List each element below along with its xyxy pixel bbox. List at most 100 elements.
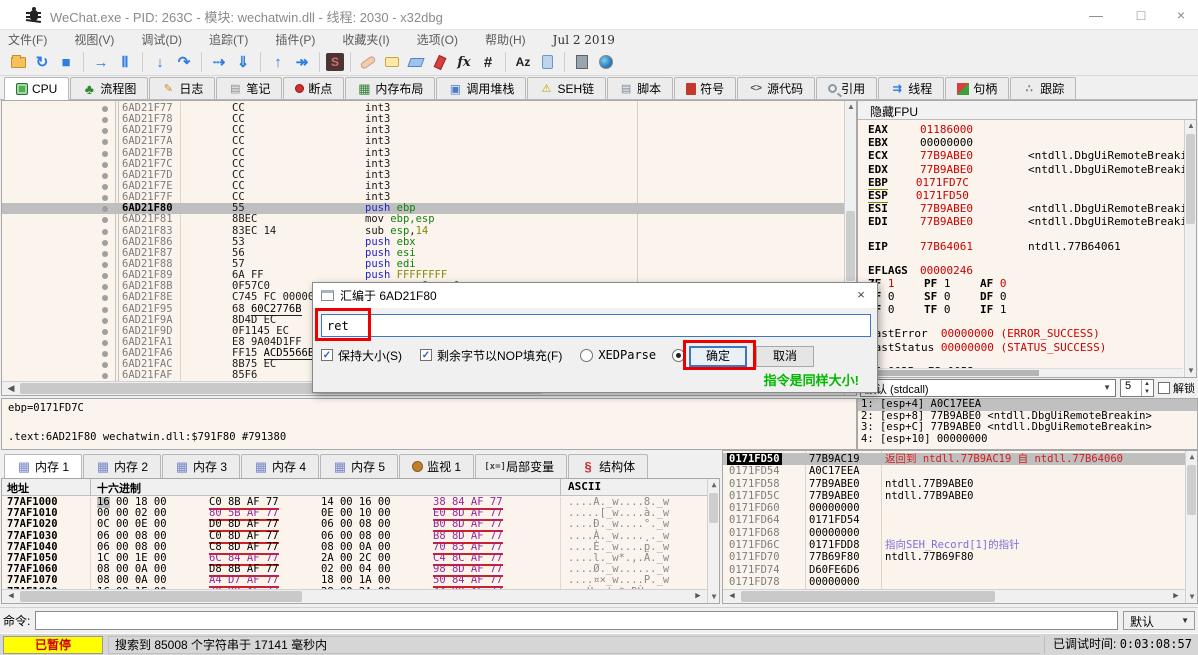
register-row[interactable]: EFLAGS00000246 bbox=[868, 264, 1183, 277]
comments-icon[interactable] bbox=[381, 51, 403, 73]
step-out-icon[interactable]: ↑ bbox=[267, 51, 289, 73]
call-stack-window-icon[interactable] bbox=[536, 51, 558, 73]
step-over-icon[interactable]: ↷ bbox=[173, 51, 195, 73]
checkbox-checked-icon[interactable]: ✓ bbox=[321, 349, 333, 361]
stack-row[interactable]: 0171FD6800000000 bbox=[723, 527, 1185, 539]
breakpoint-dot-icon[interactable] bbox=[102, 273, 108, 279]
menu-item-8[interactable]: 帮助(H) bbox=[485, 31, 526, 48]
stack-row[interactable]: 0171FD6000000000 bbox=[723, 502, 1185, 514]
register-row[interactable]: EDI77B9ABE0<ntdll.DbgUiRemoteBreakin> bbox=[868, 215, 1183, 228]
register-row[interactable]: EBX00000000 bbox=[868, 136, 1183, 149]
execute-till-return-icon[interactable]: ⇓ bbox=[232, 51, 254, 73]
command-script-select[interactable]: 默认▼ bbox=[1123, 611, 1195, 630]
tab-log[interactable]: ✎日志 bbox=[149, 77, 215, 99]
keep-size-checkbox[interactable]: ✓保持大小(S) bbox=[321, 347, 402, 364]
scroll-down-icon[interactable]: ▼ bbox=[1186, 591, 1198, 603]
tab-memory-map[interactable]: ▦内存布局 bbox=[345, 77, 435, 99]
dump-vertical-scrollbar[interactable]: ▲ ▼ bbox=[707, 479, 719, 603]
stop-icon[interactable]: ■ bbox=[55, 51, 77, 73]
breakpoint-dot-icon[interactable] bbox=[102, 217, 108, 223]
tab-memory-4[interactable]: ▦内存 4 bbox=[241, 454, 319, 478]
registers-vertical-scrollbar[interactable]: ▲ ▼ bbox=[1184, 120, 1196, 377]
scroll-up-icon[interactable]: ▲ bbox=[845, 101, 857, 113]
tab-call-stack[interactable]: ▣调用堆栈 bbox=[436, 77, 526, 99]
stack-panel[interactable]: 0171FD5077B9AC19返回到 ntdll.77B9AC19 自 ntd… bbox=[722, 450, 1198, 604]
tab-handles[interactable]: 句柄 bbox=[945, 77, 1009, 99]
breakpoint-dot-icon[interactable] bbox=[102, 139, 108, 145]
menu-item-2[interactable]: 视图(V) bbox=[74, 31, 114, 48]
register-row[interactable]: ECX77B9ABE0<ntdll.DbgUiRemoteBreakin> bbox=[868, 149, 1183, 162]
breakpoint-dot-icon[interactable] bbox=[102, 240, 108, 246]
tab-memory-2[interactable]: ▦内存 2 bbox=[83, 454, 161, 478]
pause-icon[interactable]: Ⅱ bbox=[114, 51, 136, 73]
breakpoint-dot-icon[interactable] bbox=[102, 162, 108, 168]
argument-row[interactable]: 4: [esp+10] 00000000 bbox=[858, 434, 1197, 446]
menu-item-4[interactable]: 追踪(T) bbox=[209, 31, 248, 48]
tab-notes[interactable]: ▤笔记 bbox=[216, 77, 282, 99]
tab-breakpoint[interactable]: 断点 bbox=[283, 77, 344, 99]
breakpoint-dot-icon[interactable] bbox=[102, 151, 108, 157]
scroll-left-icon[interactable]: ◀ bbox=[4, 590, 18, 603]
breakpoint-dot-icon[interactable] bbox=[102, 362, 108, 368]
scroll-left-icon[interactable]: ◀ bbox=[725, 590, 739, 603]
stack-row[interactable]: 0171FD74D60FE6D6 bbox=[723, 564, 1185, 576]
open-file-icon[interactable] bbox=[7, 51, 29, 73]
breakpoint-dot-icon[interactable] bbox=[102, 229, 108, 235]
hide-fpu-button[interactable]: 隐藏FPU bbox=[858, 101, 1196, 120]
scylla-icon[interactable]: S bbox=[326, 53, 344, 71]
register-row[interactable]: EBP0171FD7C bbox=[868, 176, 1183, 189]
scroll-thumb[interactable] bbox=[709, 493, 718, 523]
tab-struct[interactable]: §结构体 bbox=[568, 454, 648, 478]
tab-seh-chain[interactable]: ⚠SEH链 bbox=[527, 77, 606, 99]
stack-row[interactable]: 0171FD640171FD54 bbox=[723, 514, 1185, 526]
breakpoint-dot-icon[interactable] bbox=[102, 128, 108, 134]
stack-row[interactable]: 0171FD7800000000 bbox=[723, 576, 1185, 588]
scroll-up-icon[interactable]: ▲ bbox=[1186, 451, 1198, 463]
bookmarks-icon[interactable] bbox=[429, 51, 451, 73]
run-to-user-code-icon[interactable]: ↠ bbox=[291, 51, 313, 73]
preferences-globe-icon[interactable] bbox=[595, 51, 617, 73]
register-row[interactable]: EAX01186000 bbox=[868, 123, 1183, 136]
registers-panel[interactable]: 隐藏FPU EAX01186000EBX00000000ECX77B9ABE0<… bbox=[857, 100, 1197, 378]
register-row[interactable]: OF 0SF 0DF 0 bbox=[868, 290, 1183, 303]
breakpoint-dot-icon[interactable] bbox=[102, 251, 108, 257]
breakpoint-dot-icon[interactable] bbox=[102, 329, 108, 335]
menu-item-7[interactable]: 选项(O) bbox=[417, 31, 458, 48]
stack-row[interactable]: 0171FD5877B9ABE0ntdll.77B9ABE0 bbox=[723, 478, 1185, 490]
unlock-checkbox[interactable]: 解锁 bbox=[1158, 380, 1195, 396]
functions-icon[interactable]: fx bbox=[453, 51, 475, 73]
breakpoint-dot-icon[interactable] bbox=[102, 295, 108, 301]
maximize-button[interactable]: □ bbox=[1132, 6, 1150, 24]
command-input[interactable] bbox=[35, 611, 1118, 630]
step-into-icon[interactable]: ↓ bbox=[149, 51, 171, 73]
stepper-arrows-icon[interactable]: ▲▼ bbox=[1141, 380, 1152, 396]
hash-icon[interactable]: # bbox=[477, 51, 499, 73]
register-row[interactable]: LastError 00000000 (ERROR_SUCCESS) bbox=[868, 327, 1183, 340]
scroll-right-icon[interactable]: ▶ bbox=[1169, 590, 1183, 603]
breakpoint-dot-icon[interactable] bbox=[102, 307, 108, 313]
breakpoint-dot-icon[interactable] bbox=[102, 184, 108, 190]
checkbox-checked-icon[interactable]: ✓ bbox=[420, 349, 432, 361]
scroll-thumb[interactable] bbox=[846, 211, 855, 281]
disasm-row[interactable]: 6AD21F7ACCint3 bbox=[2, 136, 844, 147]
arguments-panel[interactable]: 1: [esp+4] A0C17EEA2: [esp+8] 77B9ABE0 <… bbox=[857, 398, 1198, 450]
fill-nop-checkbox[interactable]: ✓剩余字节以NOP填充(F) bbox=[420, 347, 562, 364]
run-icon[interactable]: → bbox=[90, 51, 112, 73]
memory-dump-panel[interactable]: 地址 十六进制 ASCII 77AF100016 00 18 00C0 8B A… bbox=[1, 478, 720, 604]
breakpoint-dot-icon[interactable] bbox=[102, 106, 108, 112]
breakpoint-dot-icon[interactable] bbox=[102, 117, 108, 123]
argument-row[interactable]: 1: [esp+4] A0C17EEA bbox=[858, 399, 1197, 411]
dump-horizontal-scrollbar[interactable]: ◀ ▶ bbox=[2, 589, 707, 603]
scroll-thumb[interactable] bbox=[1187, 465, 1196, 515]
register-row[interactable]: ESP0171FD50 bbox=[868, 189, 1183, 202]
tab-references[interactable]: 引用 bbox=[816, 77, 877, 99]
breakpoint-dot-icon[interactable] bbox=[102, 373, 108, 379]
breakpoint-dot-icon[interactable] bbox=[102, 262, 108, 268]
dialog-close-icon[interactable]: × bbox=[853, 287, 869, 303]
breakpoint-dot-icon[interactable] bbox=[102, 173, 108, 179]
tab-graph[interactable]: ♣流程图 bbox=[70, 77, 148, 99]
scroll-thumb[interactable] bbox=[20, 591, 302, 602]
radio-icon[interactable] bbox=[580, 349, 593, 362]
patches-icon[interactable] bbox=[357, 51, 379, 73]
strings-icon[interactable]: Az bbox=[512, 51, 534, 73]
